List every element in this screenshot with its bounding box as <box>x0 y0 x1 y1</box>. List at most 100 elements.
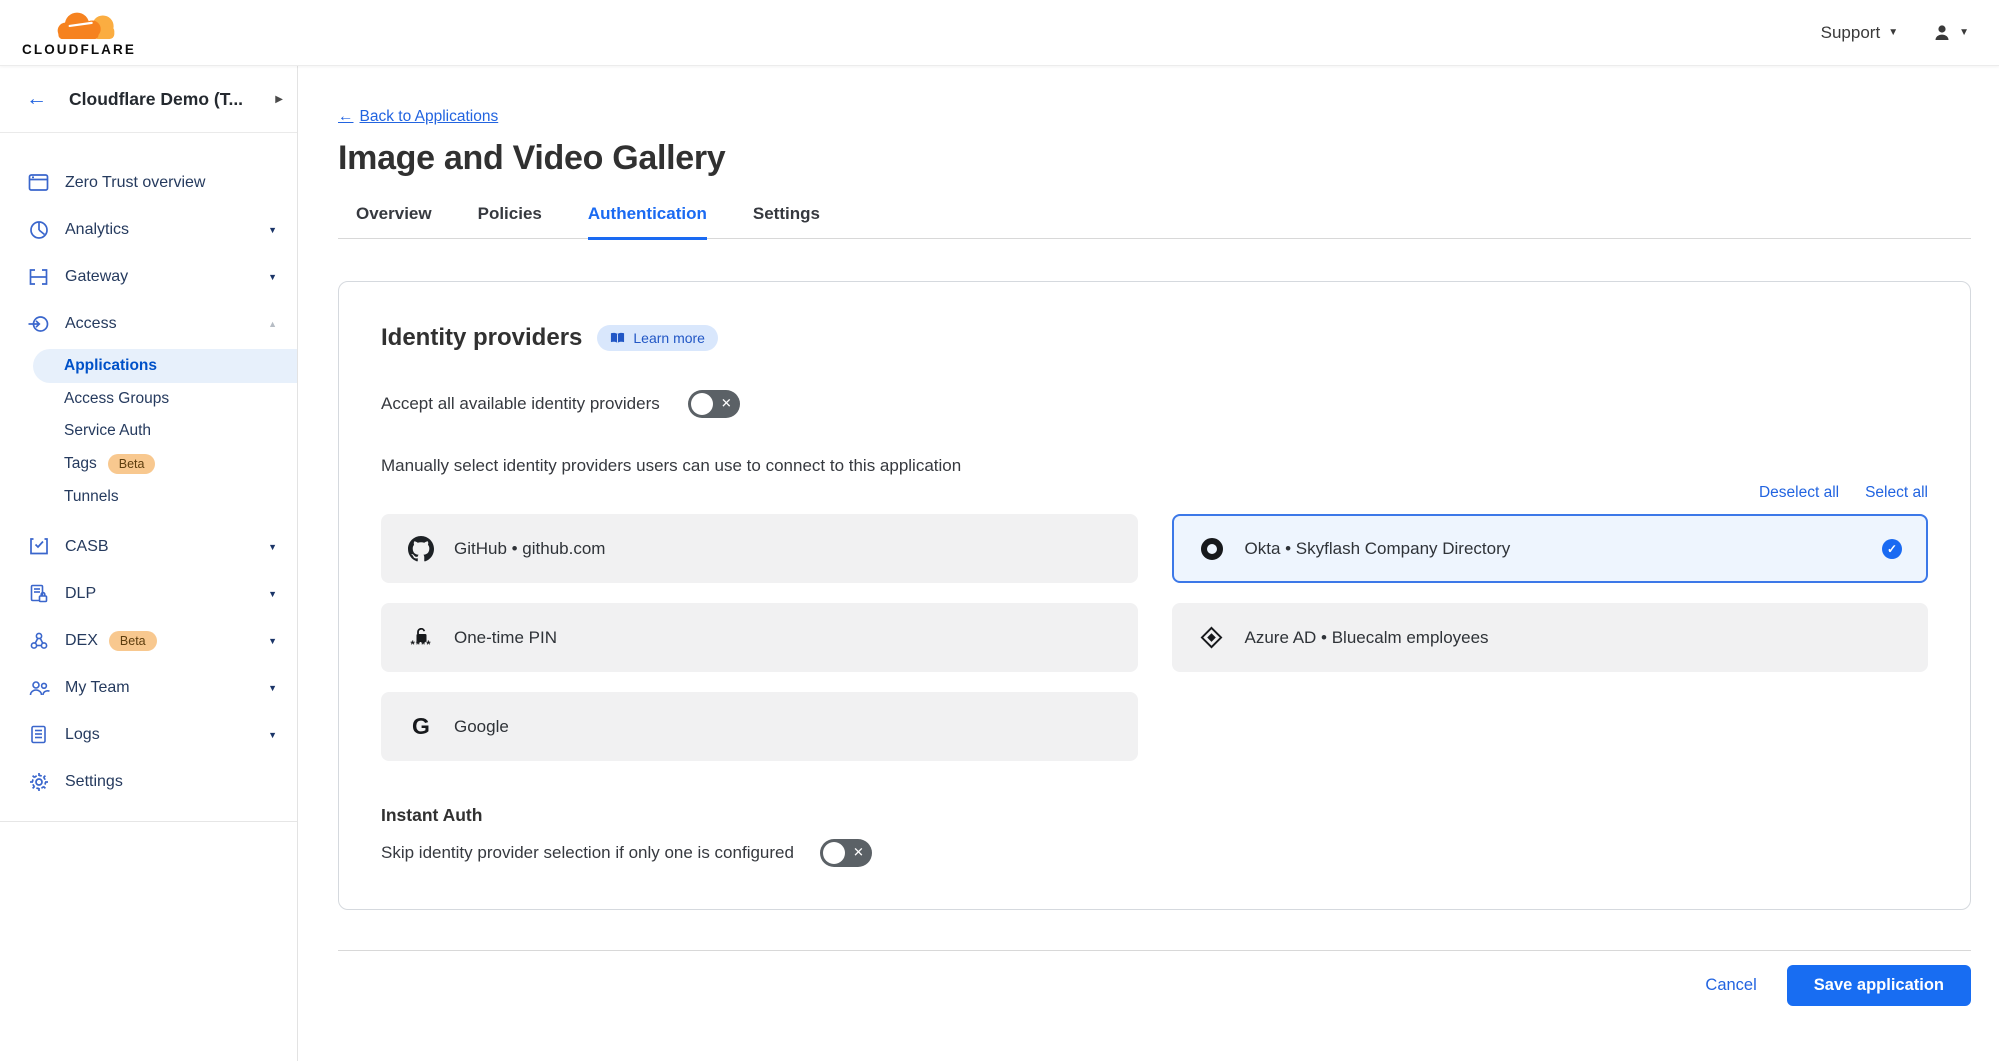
provider-label: GitHub • github.com <box>454 539 605 559</box>
gateway-icon <box>27 266 50 287</box>
chevron-down-icon: ▼ <box>268 542 277 552</box>
selected-check-icon: ✓ <box>1882 539 1902 559</box>
instant-auth-heading: Instant Auth <box>381 805 1928 826</box>
app-header: CLOUDFLARE Support ▼ ▼ <box>0 0 1999 66</box>
chevron-down-icon: ▼ <box>268 683 277 693</box>
select-all-link[interactable]: Select all <box>1865 484 1928 502</box>
cloudflare-logo: CLOUDFLARE <box>22 9 136 57</box>
sidebar-item-label: Zero Trust overview <box>65 174 205 192</box>
providers-grid: GitHub • github.com Okta • Skyflash Comp… <box>381 514 1928 761</box>
back-to-applications-link[interactable]: ← Back to Applications <box>338 108 498 126</box>
overview-icon <box>27 172 50 193</box>
sidebar-item-label: DEX <box>65 632 98 650</box>
otp-stars: **** <box>410 643 431 648</box>
logs-icon <box>27 724 50 745</box>
dlp-icon <box>27 583 50 604</box>
sidebar-account-header[interactable]: ← Cloudflare Demo (T... ▶ <box>0 66 297 133</box>
save-application-button[interactable]: Save application <box>1787 965 1971 1006</box>
sidebar-divider <box>0 821 297 822</box>
sidebar-item-label: Gateway <box>65 268 128 286</box>
provider-card-one-time-pin[interactable]: **** One-time PIN <box>381 603 1138 672</box>
sidebar-item-tunnels[interactable]: Tunnels <box>0 481 297 513</box>
sidebar-item-my-team[interactable]: My Team ▼ <box>0 664 297 711</box>
tab-policies[interactable]: Policies <box>478 204 542 240</box>
github-icon <box>407 536 435 562</box>
instant-auth-toggle[interactable]: ✕ <box>820 839 872 867</box>
sub-item-label: Tunnels <box>64 488 119 506</box>
sidebar-item-logs[interactable]: Logs ▼ <box>0 711 297 758</box>
back-arrow-icon: ← <box>338 108 354 126</box>
manual-select-label: Manually select identity providers users… <box>381 456 1928 476</box>
tab-settings[interactable]: Settings <box>753 204 820 240</box>
provider-card-okta[interactable]: Okta • Skyflash Company Directory ✓ <box>1172 514 1929 583</box>
chevron-down-icon: ▼ <box>268 636 277 646</box>
access-sub-list: Applications Access Groups Service Auth … <box>0 349 297 513</box>
analytics-icon <box>27 219 50 240</box>
deselect-all-link[interactable]: Deselect all <box>1759 484 1839 502</box>
google-icon: G <box>407 713 435 740</box>
card-heading: Identity providers <box>381 324 582 352</box>
cancel-button[interactable]: Cancel <box>1705 976 1756 995</box>
learn-more-badge[interactable]: Learn more <box>597 325 718 351</box>
accept-all-label: Accept all available identity providers <box>381 394 660 414</box>
access-icon <box>27 313 50 334</box>
sidebar-item-label: Analytics <box>65 221 129 239</box>
chevron-down-icon: ▼ <box>268 272 277 282</box>
okta-icon <box>1198 538 1226 560</box>
sidebar-item-zero-trust-overview[interactable]: Zero Trust overview <box>0 159 297 206</box>
footer-divider <box>338 950 1971 951</box>
chevron-down-icon: ▼ <box>1888 27 1898 38</box>
sidebar-item-label: Settings <box>65 773 123 791</box>
azure-ad-icon <box>1198 626 1226 649</box>
sidebar-item-settings[interactable]: Settings <box>0 758 297 805</box>
user-icon <box>1932 23 1952 43</box>
sidebar-item-gateway[interactable]: Gateway ▼ <box>0 253 297 300</box>
page-title: Image and Video Gallery <box>338 139 1971 178</box>
footer-actions: Cancel Save application <box>338 965 1971 1006</box>
sub-item-label: Service Auth <box>64 422 151 440</box>
brand-wordmark: CLOUDFLARE <box>22 43 136 57</box>
sidebar-item-access[interactable]: Access ▲ <box>0 300 297 347</box>
chevron-right-icon[interactable]: ▶ <box>275 94 283 105</box>
one-time-pin-icon: **** <box>407 628 435 648</box>
sub-item-label: Access Groups <box>64 390 169 408</box>
toggle-knob <box>823 842 845 864</box>
provider-label: Okta • Skyflash Company Directory <box>1245 539 1511 559</box>
beta-badge: Beta <box>109 631 157 651</box>
sidebar-item-label: Access <box>65 315 117 333</box>
toggle-knob <box>691 393 713 415</box>
chevron-down-icon: ▼ <box>268 730 277 740</box>
sidebar-item-analytics[interactable]: Analytics ▼ <box>0 206 297 253</box>
chevron-down-icon: ▼ <box>268 589 277 599</box>
sidebar-item-access-groups[interactable]: Access Groups <box>0 383 297 415</box>
account-name: Cloudflare Demo (T... <box>69 89 243 110</box>
sidebar-item-service-auth[interactable]: Service Auth <box>0 415 297 447</box>
provider-card-github[interactable]: GitHub • github.com <box>381 514 1138 583</box>
provider-card-azure-ad[interactable]: Azure AD • Bluecalm employees <box>1172 603 1929 672</box>
sub-item-label: Applications <box>64 357 157 375</box>
sidebar-item-label: DLP <box>65 585 96 603</box>
tab-overview[interactable]: Overview <box>356 204 432 240</box>
instant-auth-label: Skip identity provider selection if only… <box>381 843 794 863</box>
tab-authentication[interactable]: Authentication <box>588 204 707 240</box>
gear-icon <box>27 771 50 792</box>
provider-card-google[interactable]: G Google <box>381 692 1138 761</box>
sidebar-item-dlp[interactable]: DLP ▼ <box>0 570 297 617</box>
cloudflare-cloud-icon <box>48 9 124 42</box>
user-menu[interactable]: ▼ <box>1932 23 1969 43</box>
sidebar-item-applications[interactable]: Applications <box>33 349 297 383</box>
support-label: Support <box>1821 23 1881 43</box>
back-arrow-icon[interactable]: ← <box>26 87 47 111</box>
learn-more-label: Learn more <box>633 330 705 346</box>
toggle-x-icon: ✕ <box>721 396 732 412</box>
sidebar-item-tags[interactable]: Tags Beta <box>0 447 297 481</box>
sidebar-item-dex[interactable]: DEX Beta ▼ <box>0 617 297 664</box>
accept-all-toggle[interactable]: ✕ <box>688 390 740 418</box>
sidebar-item-casb[interactable]: CASB ▼ <box>0 523 297 570</box>
support-menu[interactable]: Support ▼ <box>1821 23 1898 43</box>
dex-icon <box>27 630 50 651</box>
provider-label: Azure AD • Bluecalm employees <box>1245 628 1489 648</box>
team-icon <box>27 677 50 698</box>
sidebar-item-label: CASB <box>65 538 109 556</box>
main-content: ← Back to Applications Image and Video G… <box>298 66 1999 1061</box>
